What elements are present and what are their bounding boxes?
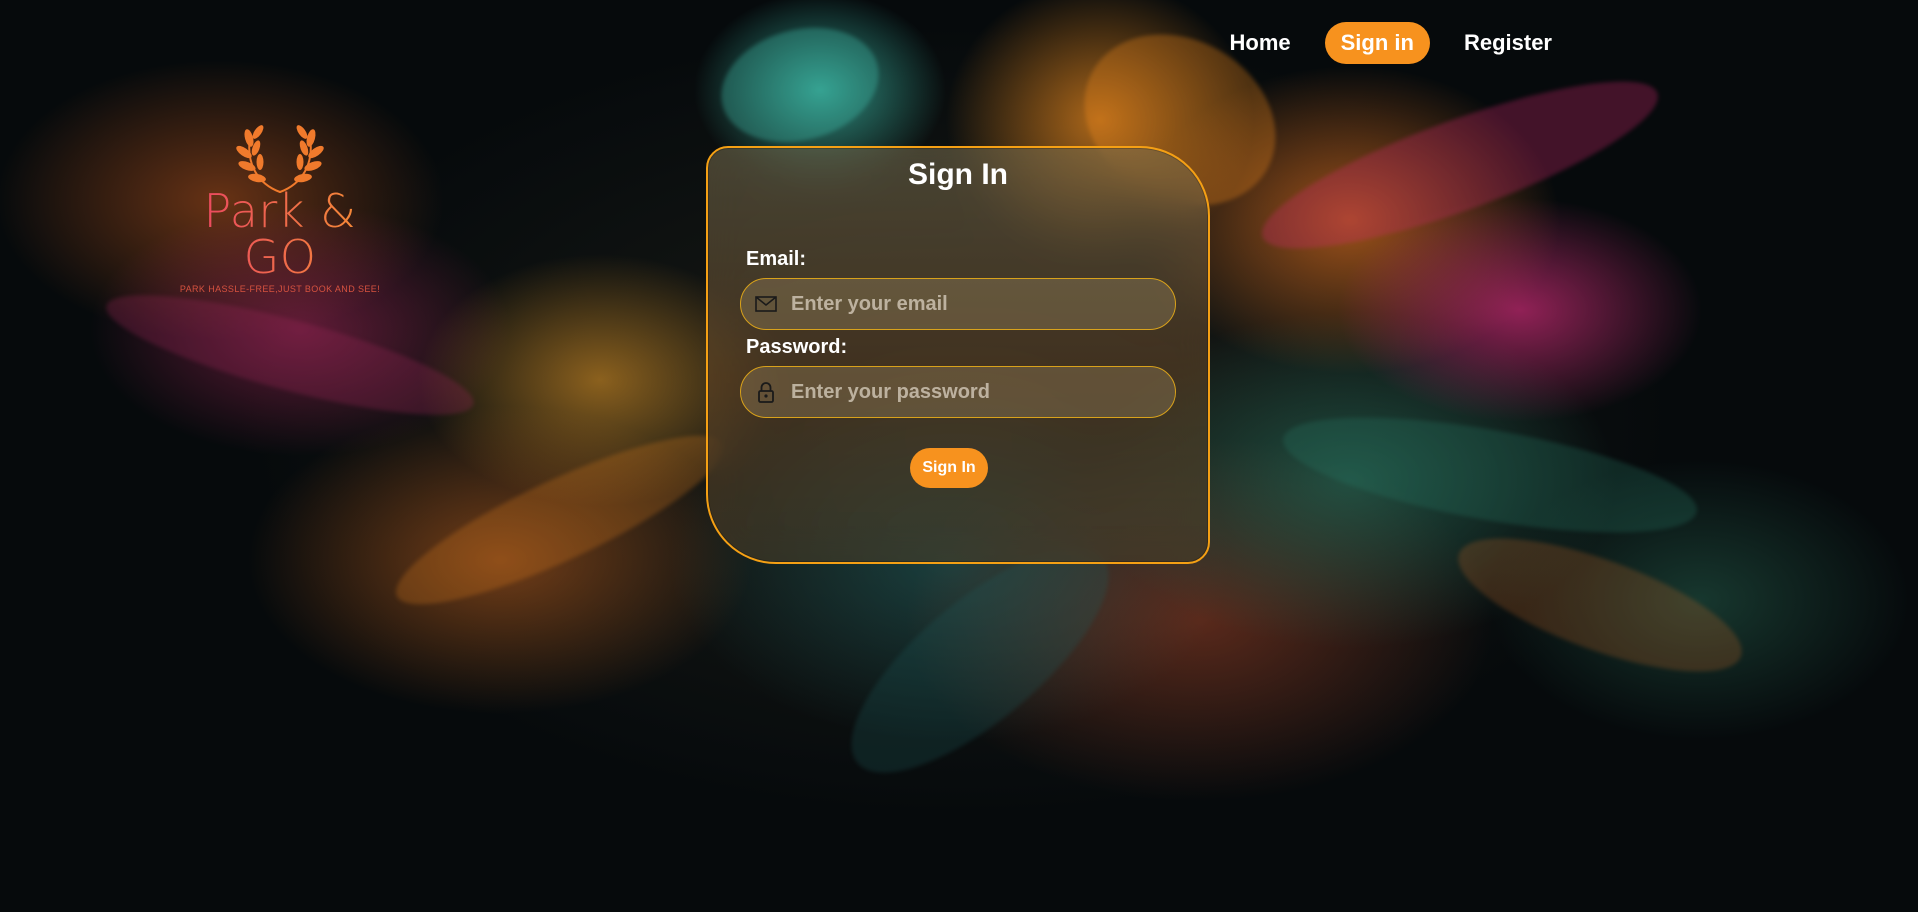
signin-card: Sign In Email: Password: Sign In — [706, 146, 1210, 564]
nav-register-link[interactable]: Register — [1448, 22, 1568, 64]
background-streak — [1275, 394, 1705, 556]
background-streak — [1247, 50, 1673, 280]
logo-title: Park & GO — [160, 188, 400, 280]
brand-logo: Park & GO PARK HASSLE-FREE,JUST BOOK AND… — [160, 108, 400, 294]
email-label: Email: — [746, 248, 807, 270]
password-input[interactable] — [789, 379, 1159, 405]
laurel-icon — [236, 125, 324, 193]
password-field-wrapper — [740, 366, 1176, 418]
email-field-wrapper — [740, 278, 1176, 330]
signin-title: Sign In — [908, 158, 1008, 191]
background-streak — [379, 407, 741, 633]
password-label: Password: — [746, 336, 848, 358]
nav-home-link[interactable]: Home — [1214, 22, 1307, 64]
logo-tagline: PARK HASSLE-FREE,JUST BOOK AND SEE! — [179, 284, 381, 294]
background-streak — [1443, 511, 1757, 699]
signin-submit-button[interactable]: Sign In — [910, 448, 988, 488]
background-streak — [708, 11, 892, 159]
background-streak — [97, 272, 483, 438]
envelope-icon — [755, 293, 777, 315]
page-background: Home Sign in Register Park & GO PARK HAS… — [0, 0, 1918, 912]
lock-icon — [755, 381, 777, 403]
email-input[interactable] — [789, 291, 1159, 317]
nav-signin-link[interactable]: Sign in — [1324, 22, 1430, 64]
top-nav: Home Sign in Register — [1214, 22, 1569, 64]
